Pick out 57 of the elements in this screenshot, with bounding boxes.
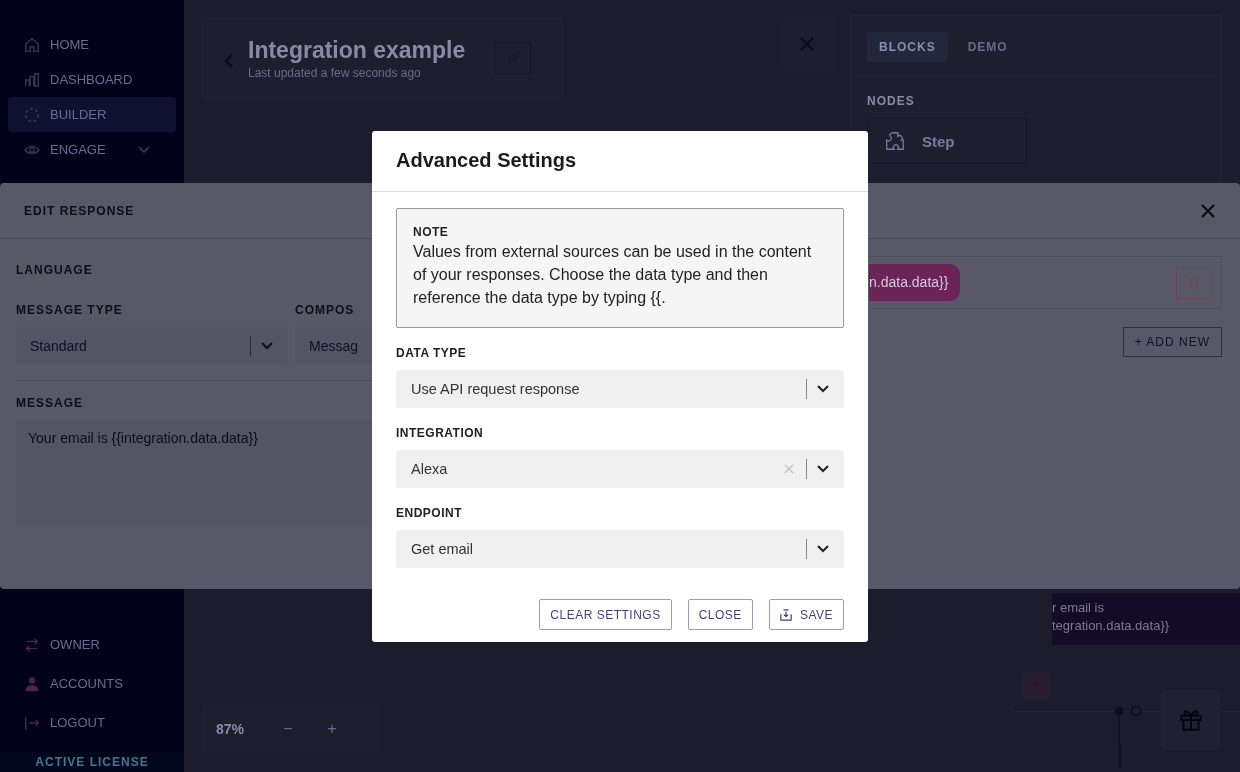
home-icon — [23, 35, 41, 54]
add-new-button[interactable]: + ADD NEW — [1122, 327, 1222, 357]
back-icon[interactable] — [224, 53, 234, 69]
note-text: Values from external sources can be used in the content of your responses. Choose the data type and then reference the data type by typing {{. — [413, 242, 813, 308]
dotted-circle-icon — [23, 105, 41, 124]
download-icon — [779, 608, 792, 621]
compose-select[interactable]: Messag — [294, 327, 372, 364]
sidebar-item[interactable]: LOGOUT — [8, 703, 176, 742]
panel-tab[interactable]: DEMO — [955, 32, 1020, 62]
node-text: r email is — [1052, 599, 1105, 617]
sidebar-item[interactable]: HOME — [8, 27, 176, 62]
variable-pill[interactable]: n.data.data}} — [869, 264, 961, 301]
field-label: MESSAGE — [16, 396, 84, 410]
field-label: DATA TYPE — [396, 346, 468, 360]
message-type-select[interactable]: Standard — [16, 327, 287, 364]
select-field[interactable]: Alexa — [396, 450, 844, 488]
sidebar-item[interactable]: OWNER — [8, 625, 176, 664]
dialog-button[interactable]: CLEAR SETTINGS — [539, 599, 672, 630]
node-text: tegration.data.data}} — [1052, 617, 1171, 635]
field-label: ENDPOINT — [396, 506, 463, 520]
page-title: Integration example — [248, 37, 466, 64]
sidebar-item[interactable]: DASHBOARD — [8, 62, 176, 97]
person-icon — [23, 674, 41, 693]
field-label: LANGUAGE — [16, 263, 94, 277]
sidebar-item[interactable]: ACCOUNTS — [8, 664, 176, 703]
chevron-down-icon — [138, 145, 150, 154]
zoom-level: 87% — [216, 721, 246, 737]
note-label: NOTE — [413, 225, 450, 239]
chevron-down-icon[interactable] — [817, 465, 829, 473]
gift-icon[interactable] — [1161, 690, 1220, 750]
swap-arrows-icon — [23, 635, 41, 654]
dialog-title: Advanced Settings — [372, 131, 868, 192]
dialog-button[interactable]: CLOSE — [687, 599, 753, 630]
chevron-down-icon[interactable] — [817, 385, 829, 393]
select-field[interactable]: Use API request response — [396, 370, 844, 408]
sidebar-item[interactable]: ENGAGE — [8, 132, 176, 167]
chevron-down-icon[interactable] — [817, 545, 829, 553]
close-button[interactable] — [1200, 202, 1216, 219]
last-updated-text: Last updated a few seconds ago — [248, 66, 422, 80]
clear-icon[interactable] — [784, 464, 794, 474]
field-label: INTEGRATION — [396, 426, 485, 440]
bar-chart-icon — [23, 70, 41, 89]
save-button[interactable]: SAVE — [768, 599, 844, 630]
panel-title: EDIT RESPONSE — [24, 203, 135, 218]
select-field[interactable]: Get email — [396, 530, 844, 568]
sidebar-item[interactable]: BUILDER — [8, 97, 176, 132]
section-heading: NODES — [867, 94, 916, 108]
zoom-out-button[interactable]: − — [266, 719, 310, 739]
sliders-icon[interactable] — [1022, 672, 1050, 700]
field-label: COMPOS — [294, 303, 356, 317]
zoom-in-button[interactable]: + — [310, 719, 354, 739]
field-label: MESSAGE TYPE — [16, 303, 124, 317]
message-node[interactable]: r email is tegration.data.data}} — [1052, 593, 1240, 645]
connector-drawing — [1114, 706, 1144, 768]
license-status: ACTIVE LICENSE — [0, 752, 184, 772]
panel-tab[interactable]: BLOCKS — [867, 32, 948, 62]
puzzle-icon — [884, 130, 906, 152]
